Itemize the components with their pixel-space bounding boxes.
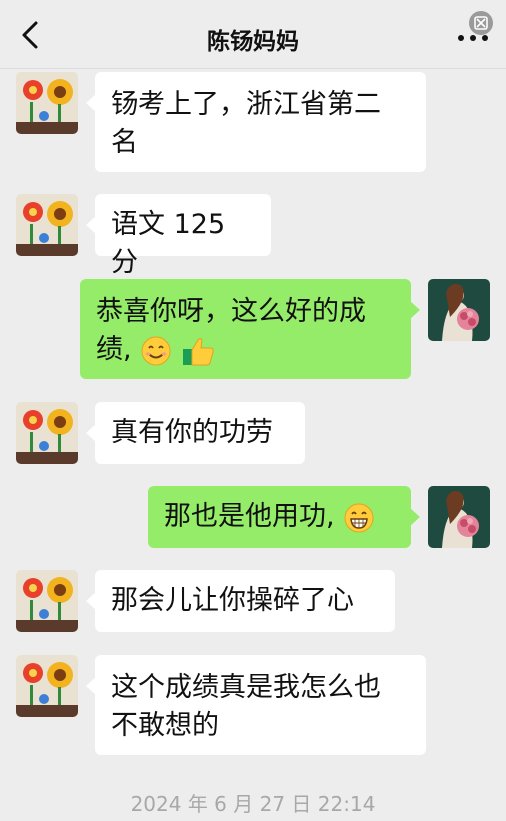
message-text: 钖考上了，浙江省第二 [111, 89, 381, 120]
contact-avatar[interactable] [16, 655, 78, 717]
contact-avatar[interactable] [16, 402, 78, 464]
message-bubble-incoming: 语文 125 分 [86, 194, 271, 278]
sunflower-avatar-icon [16, 72, 78, 134]
message-bubble-incoming: 钖考上了，浙江省第二 名 [86, 72, 426, 172]
contact-avatar[interactable] [16, 194, 78, 256]
message-text: 那也是他用功, [164, 501, 335, 532]
message-timestamp: 2024 年 6 月 27 日 22:14 [130, 792, 376, 816]
sunflower-avatar-icon [16, 570, 78, 632]
my-avatar[interactable] [428, 279, 490, 341]
message-text: 恭喜你呀，这么好的成 [96, 296, 366, 327]
close-overlay-icon[interactable] [468, 10, 494, 36]
message-text: 绩, [96, 334, 132, 365]
message-bubble-incoming: 那会儿让你操碎了心 [86, 570, 395, 632]
sunflower-avatar-icon [16, 194, 78, 256]
message-bubble-incoming: 这个成绩真是我怎么也 不敢想的 [86, 655, 426, 755]
contact-avatar[interactable] [16, 72, 78, 134]
woman-with-flowers-avatar-icon [428, 486, 490, 548]
sunflower-avatar-icon [16, 655, 78, 717]
message-text: 语文 125 分 [111, 209, 226, 278]
message-text: 名 [111, 127, 138, 158]
message-text: 真有你的功劳 [111, 417, 273, 448]
thumbs-up-emoji [182, 337, 214, 365]
message-text: 这个成绩真是我怎么也 [111, 672, 381, 703]
grinning-face-emoji [344, 503, 374, 532]
sunflower-avatar-icon [16, 402, 78, 464]
smiling-face-emoji [141, 336, 171, 365]
chat-header: 陈钖妈妈 [0, 0, 506, 69]
contact-avatar[interactable] [16, 570, 78, 632]
woman-with-flowers-avatar-icon [428, 279, 490, 341]
message-text: 那会儿让你操碎了心 [111, 585, 354, 616]
message-bubble-outgoing: 那也是他用功, [148, 486, 420, 548]
my-avatar[interactable] [428, 486, 490, 548]
chat-title: 陈钖妈妈 [207, 29, 299, 55]
message-bubble-outgoing: 恭喜你呀，这么好的成 绩, [80, 279, 420, 379]
message-text: 不敢想的 [111, 710, 219, 741]
message-bubble-incoming: 真有你的功劳 [86, 402, 305, 464]
